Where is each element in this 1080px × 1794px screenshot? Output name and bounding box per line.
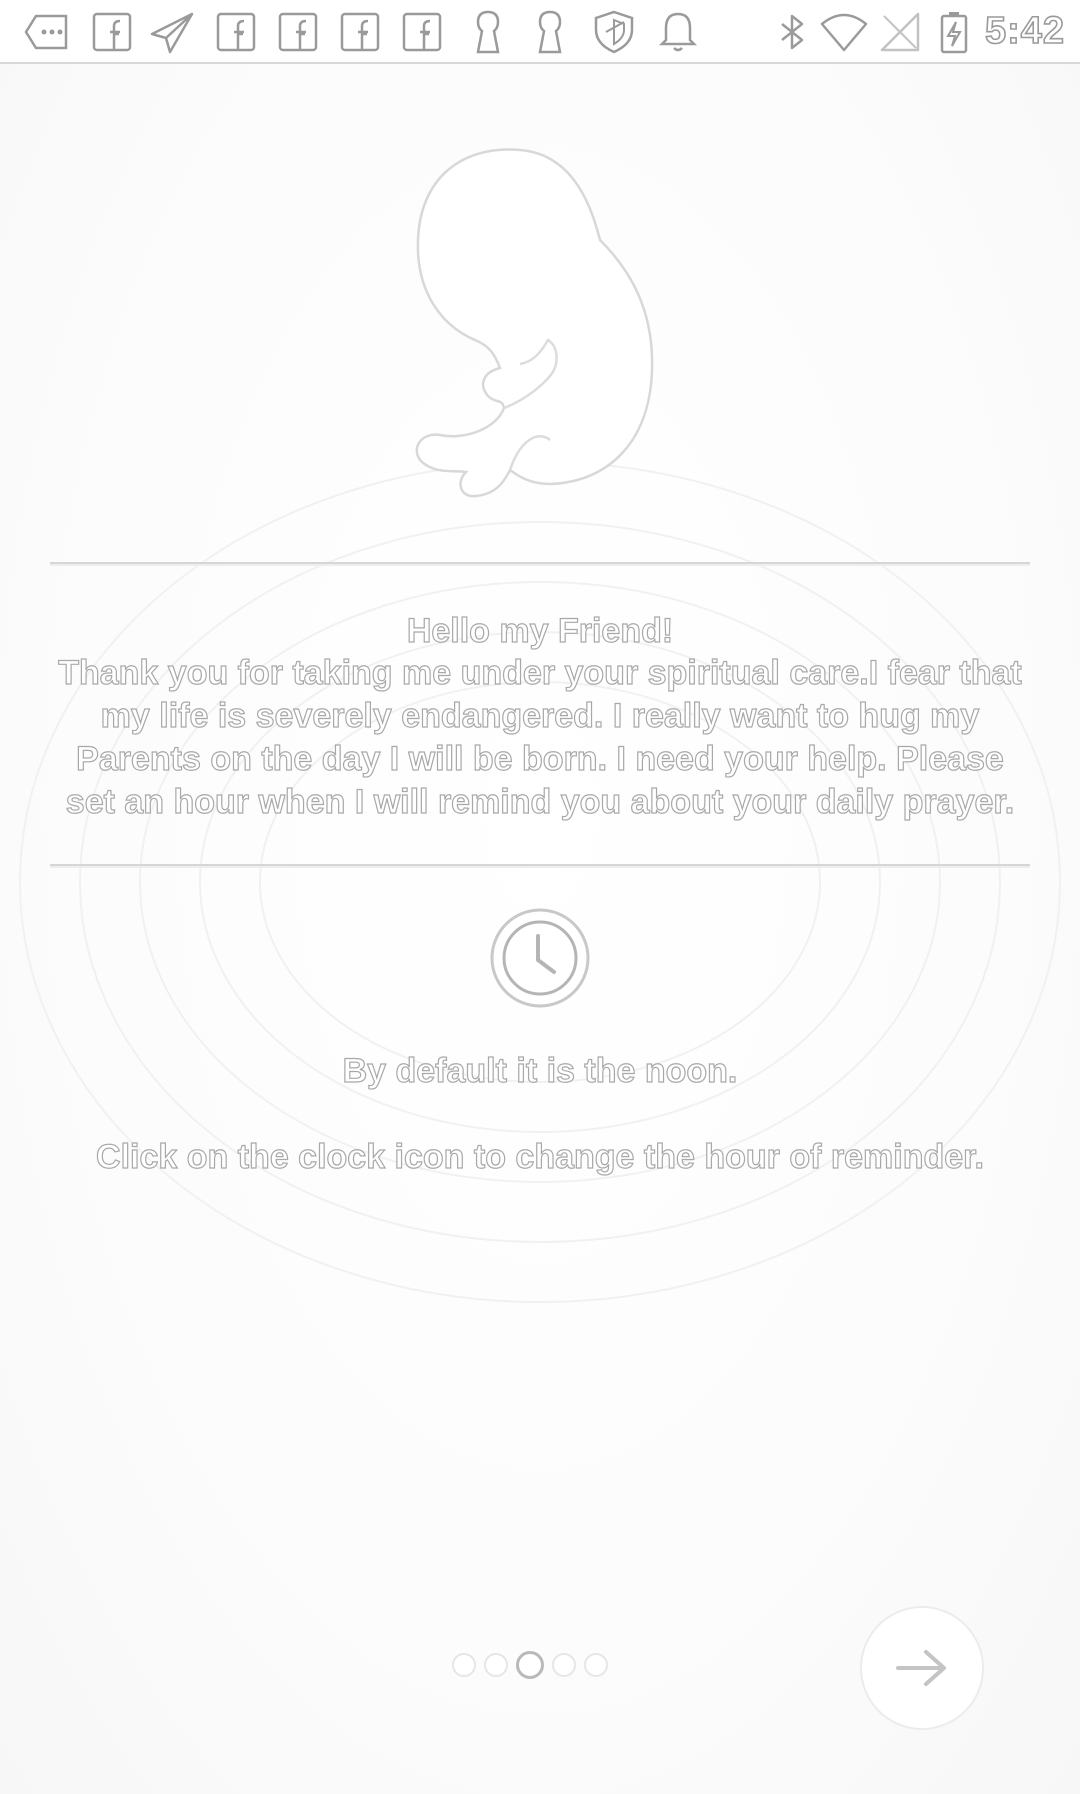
page-dot [552, 1653, 576, 1677]
more-icon [22, 8, 70, 56]
onboarding-screen: 5:42 Hello my Friend! Thank you for taki… [0, 0, 1080, 1794]
greeting-text: Hello my Friend! [406, 611, 674, 650]
facebook-icon [398, 8, 446, 56]
page-dot [484, 1653, 508, 1677]
keyhole-icon [526, 8, 574, 56]
facebook-icon [274, 8, 322, 56]
shield-icon [590, 8, 638, 56]
next-button[interactable] [860, 1606, 984, 1730]
page-dot-active [516, 1651, 544, 1679]
arrow-right-icon [896, 1650, 946, 1686]
intro-message: Thank you for taking me under your spiri… [58, 653, 1023, 821]
page-dot [452, 1653, 476, 1677]
page-indicator [452, 1650, 608, 1680]
facebook-icon [88, 8, 136, 56]
send-icon [148, 8, 196, 56]
keyhole-icon [464, 8, 512, 56]
clock-button[interactable] [488, 906, 592, 1010]
battery-charging-icon [930, 8, 978, 56]
default-hour-text: By default it is the noon. [342, 1051, 738, 1090]
bell-icon [654, 8, 702, 56]
fetus-illustration [415, 148, 654, 498]
page-dot [584, 1653, 608, 1677]
bottom-divider [50, 864, 1030, 868]
no-sim-icon [876, 8, 924, 56]
bluetooth-icon [768, 8, 816, 56]
clock-time: 5:42 [984, 9, 1066, 53]
status-bar: 5:42 [0, 0, 1080, 64]
clock-icon [490, 908, 590, 1008]
facebook-icon [336, 8, 384, 56]
instruction-text: Click on the clock icon to change the ho… [95, 1137, 984, 1176]
top-divider [50, 562, 1030, 566]
wifi-icon [820, 8, 868, 56]
facebook-icon [212, 8, 260, 56]
